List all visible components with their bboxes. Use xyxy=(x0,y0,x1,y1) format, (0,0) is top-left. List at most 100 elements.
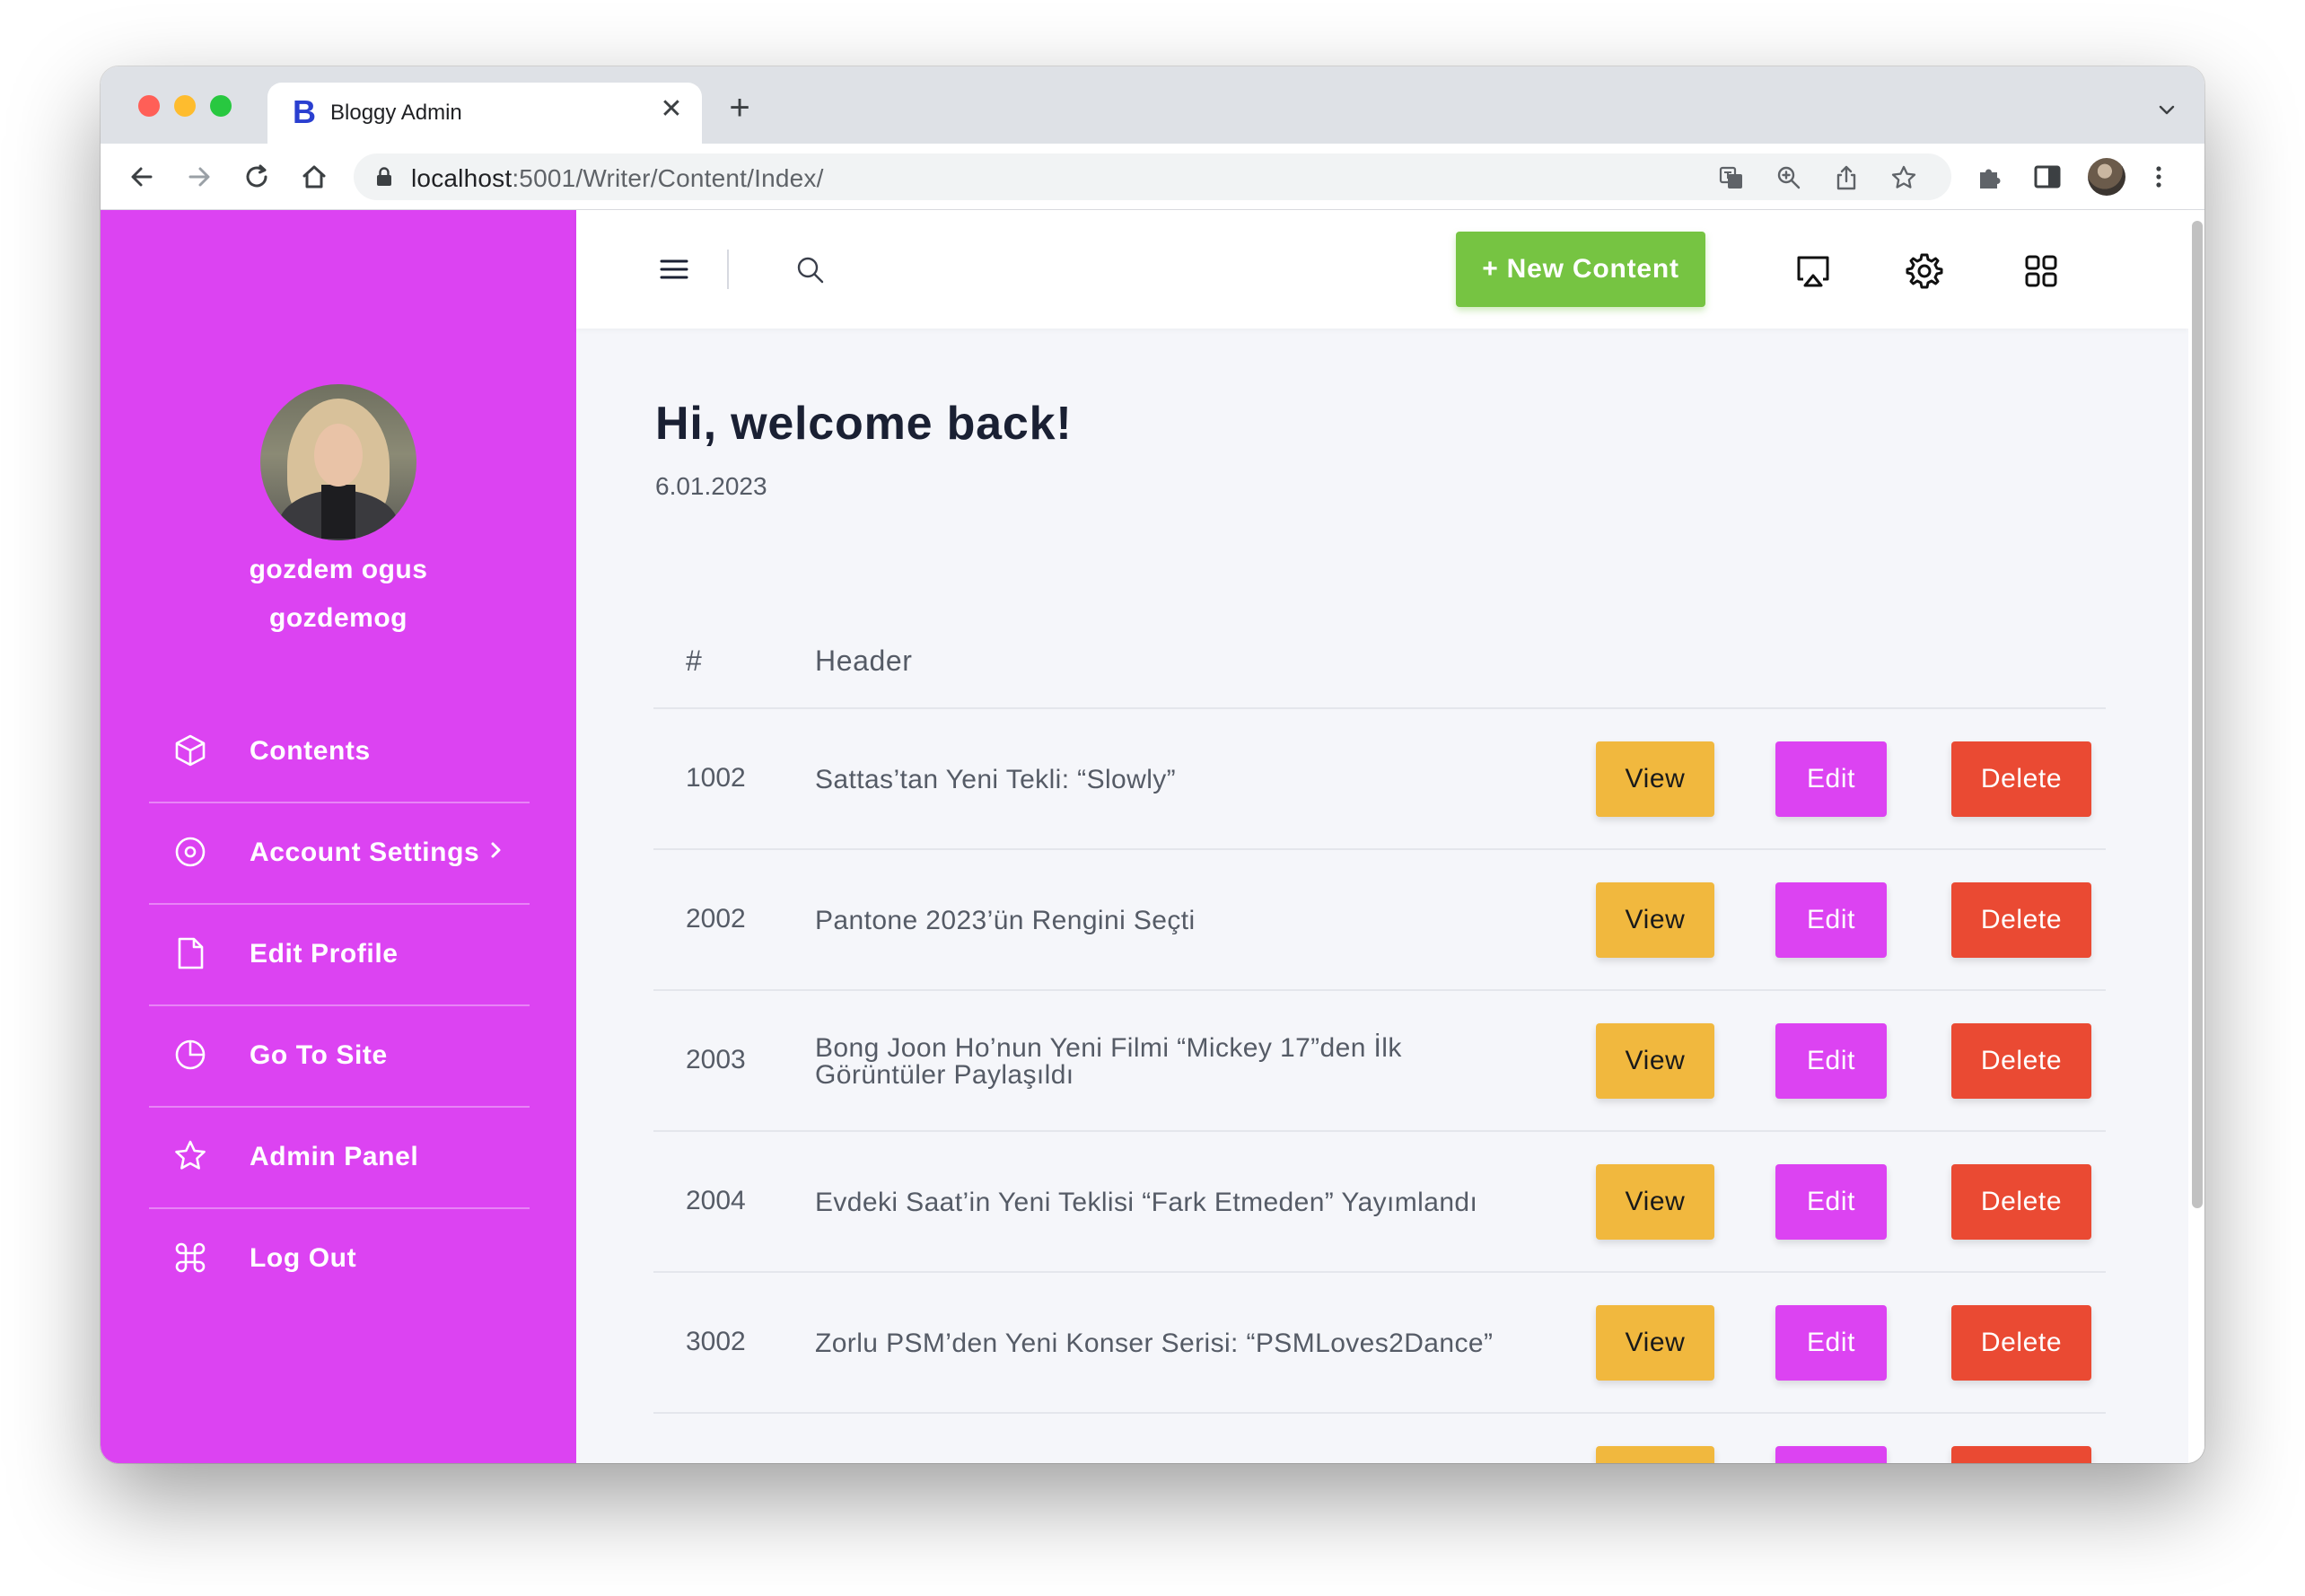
bloggy-favicon-icon: B xyxy=(293,93,316,130)
url-host: localhost xyxy=(411,164,513,192)
sidebar-menu: Contents Account Settings Edit Profile G… xyxy=(149,702,530,1311)
row-id: 1002 xyxy=(686,763,746,793)
bookmark-star-icon[interactable] xyxy=(1890,164,1917,191)
sidebar-item-go-to-site[interactable]: Go To Site xyxy=(149,1006,530,1108)
close-window-button[interactable] xyxy=(138,95,160,117)
sidebar-item-label: Log Out xyxy=(250,1243,357,1273)
row-header: Zorlu PSM’den Yeni Konser Serisi: “PSMLo… xyxy=(815,1328,1494,1358)
gear-icon[interactable] xyxy=(1905,251,1944,291)
box-icon xyxy=(175,734,206,767)
sidebar-item-label: Contents xyxy=(250,736,371,766)
search-icon[interactable] xyxy=(795,255,826,285)
sidebar-item-label: Edit Profile xyxy=(250,939,399,969)
table-row: 2004 Evdeki Saat’in Yeni Teklisi “Fark E… xyxy=(653,1132,2106,1273)
more-vertical-icon[interactable] xyxy=(2143,162,2174,192)
view-button[interactable] xyxy=(1596,1446,1714,1463)
delete-button[interactable]: Delete xyxy=(1951,741,2091,817)
delete-button[interactable]: Delete xyxy=(1951,1305,2091,1381)
tab-close-icon[interactable]: ✕ xyxy=(655,93,688,126)
scrollbar-thumb[interactable] xyxy=(2192,221,2203,1208)
grid-apps-icon[interactable] xyxy=(2021,251,2061,291)
sidebar-item-account-settings[interactable]: Account Settings xyxy=(149,803,530,905)
divider xyxy=(727,250,729,289)
row-id: 2002 xyxy=(686,904,746,934)
row-id: 3002 xyxy=(686,1327,746,1356)
edit-button[interactable]: Edit xyxy=(1775,1164,1887,1240)
file-icon xyxy=(178,937,204,969)
view-button[interactable]: View xyxy=(1596,1023,1714,1099)
tab-strip: B Bloggy Admin ✕ + xyxy=(101,66,2204,144)
view-button[interactable]: View xyxy=(1596,1305,1714,1381)
top-bar: + New Content xyxy=(576,210,2188,329)
forward-arrow-icon[interactable] xyxy=(183,161,215,193)
edit-button[interactable] xyxy=(1775,1446,1887,1463)
url-text[interactable]: localhost:5001/Writer/Content/Index/ xyxy=(411,164,824,193)
hamburger-menu-icon[interactable] xyxy=(659,257,689,282)
lock-icon[interactable] xyxy=(375,166,393,188)
new-tab-button[interactable]: + xyxy=(722,90,758,127)
sidebar-item-label: Admin Panel xyxy=(250,1142,419,1171)
minimize-window-button[interactable] xyxy=(174,95,196,117)
table-row: 1002 Sattas’tan Yeni Tekli: “Slowly” Vie… xyxy=(653,709,2106,850)
row-header: Evdeki Saat’in Yeni Teklisi “Fark Etmede… xyxy=(815,1187,1478,1217)
page-title: Hi, welcome back! xyxy=(655,398,1073,450)
delete-button[interactable] xyxy=(1951,1446,2091,1463)
table-row-partial xyxy=(653,1414,2106,1463)
translate-icon[interactable] xyxy=(1718,164,1745,191)
delete-button[interactable]: Delete xyxy=(1951,1164,2091,1240)
row-id: 2003 xyxy=(686,1045,746,1074)
command-icon xyxy=(175,1242,206,1273)
url-path: :5001/Writer/Content/Index/ xyxy=(512,164,824,192)
delete-button[interactable]: Delete xyxy=(1951,882,2091,958)
sidebar-item-label: Go To Site xyxy=(250,1040,388,1070)
new-content-button[interactable]: + New Content xyxy=(1456,232,1705,307)
extensions-puzzle-icon[interactable] xyxy=(1975,162,2005,192)
table-row: 3002 Zorlu PSM’den Yeni Konser Serisi: “… xyxy=(653,1273,2106,1414)
edit-button[interactable]: Edit xyxy=(1775,1305,1887,1381)
edit-button[interactable]: Edit xyxy=(1775,882,1887,958)
user-name: gozdem ogus xyxy=(249,555,428,584)
back-arrow-icon[interactable] xyxy=(126,161,158,193)
view-button[interactable]: View xyxy=(1596,741,1714,817)
edit-button[interactable]: Edit xyxy=(1775,741,1887,817)
star-icon xyxy=(175,1140,206,1170)
content-table: # Header 1002 Sattas’tan Yeni Tekli: “Sl… xyxy=(653,605,2106,1463)
view-button[interactable]: View xyxy=(1596,882,1714,958)
sidebar-item-contents[interactable]: Contents xyxy=(149,702,530,803)
share-icon[interactable] xyxy=(1833,164,1860,191)
column-header-id: # xyxy=(686,645,703,677)
row-id: 2004 xyxy=(686,1186,746,1215)
sidebar-item-edit-profile[interactable]: Edit Profile xyxy=(149,905,530,1006)
pie-chart-icon xyxy=(175,1039,206,1070)
delete-button[interactable]: Delete xyxy=(1951,1023,2091,1099)
zoom-icon[interactable] xyxy=(1775,164,1802,191)
user-avatar[interactable] xyxy=(260,384,416,540)
browser-tab[interactable]: B Bloggy Admin ✕ xyxy=(267,83,702,144)
table-row: 2002 Pantone 2023’ün Rengini Seçti View … xyxy=(653,850,2106,991)
tab-title: Bloggy Admin xyxy=(330,101,462,125)
app-viewport: gozdem ogus gozdemog Contents Account Se… xyxy=(101,210,2204,1463)
address-bar[interactable]: localhost:5001/Writer/Content/Index/ xyxy=(354,153,1951,200)
sidebar-item-admin-panel[interactable]: Admin Panel xyxy=(149,1108,530,1209)
view-button[interactable]: View xyxy=(1596,1164,1714,1240)
column-header-header: Header xyxy=(815,645,913,677)
home-icon[interactable] xyxy=(298,161,330,193)
user-handle: gozdemog xyxy=(269,603,408,633)
browser-toolbar: localhost:5001/Writer/Content/Index/ xyxy=(101,144,2204,210)
current-date: 6.01.2023 xyxy=(655,472,767,500)
sidebar: gozdem ogus gozdemog Contents Account Se… xyxy=(101,210,576,1463)
browser-profile-avatar[interactable] xyxy=(2088,158,2125,196)
edit-button[interactable]: Edit xyxy=(1775,1023,1887,1099)
chevron-right-icon xyxy=(491,842,501,858)
table-row: 2003 Bong Joon Ho’nun Yeni Filmi “Mickey… xyxy=(653,991,2106,1132)
main-content: + New Content Hi, welcome back! 6.01.202… xyxy=(576,210,2204,1463)
row-header: Bong Joon Ho’nun Yeni Filmi “Mickey 17”d… xyxy=(815,1032,1402,1090)
reload-icon[interactable] xyxy=(241,161,273,193)
chevron-down-icon[interactable] xyxy=(2156,99,2178,120)
sidebar-item-log-out[interactable]: Log Out xyxy=(149,1209,530,1311)
maximize-window-button[interactable] xyxy=(210,95,232,117)
table-header: # Header xyxy=(653,605,2106,709)
side-panel-icon[interactable] xyxy=(2032,162,2063,192)
airplay-icon[interactable] xyxy=(1793,251,1833,291)
row-header: Pantone 2023’ün Rengini Seçti xyxy=(815,905,1196,935)
